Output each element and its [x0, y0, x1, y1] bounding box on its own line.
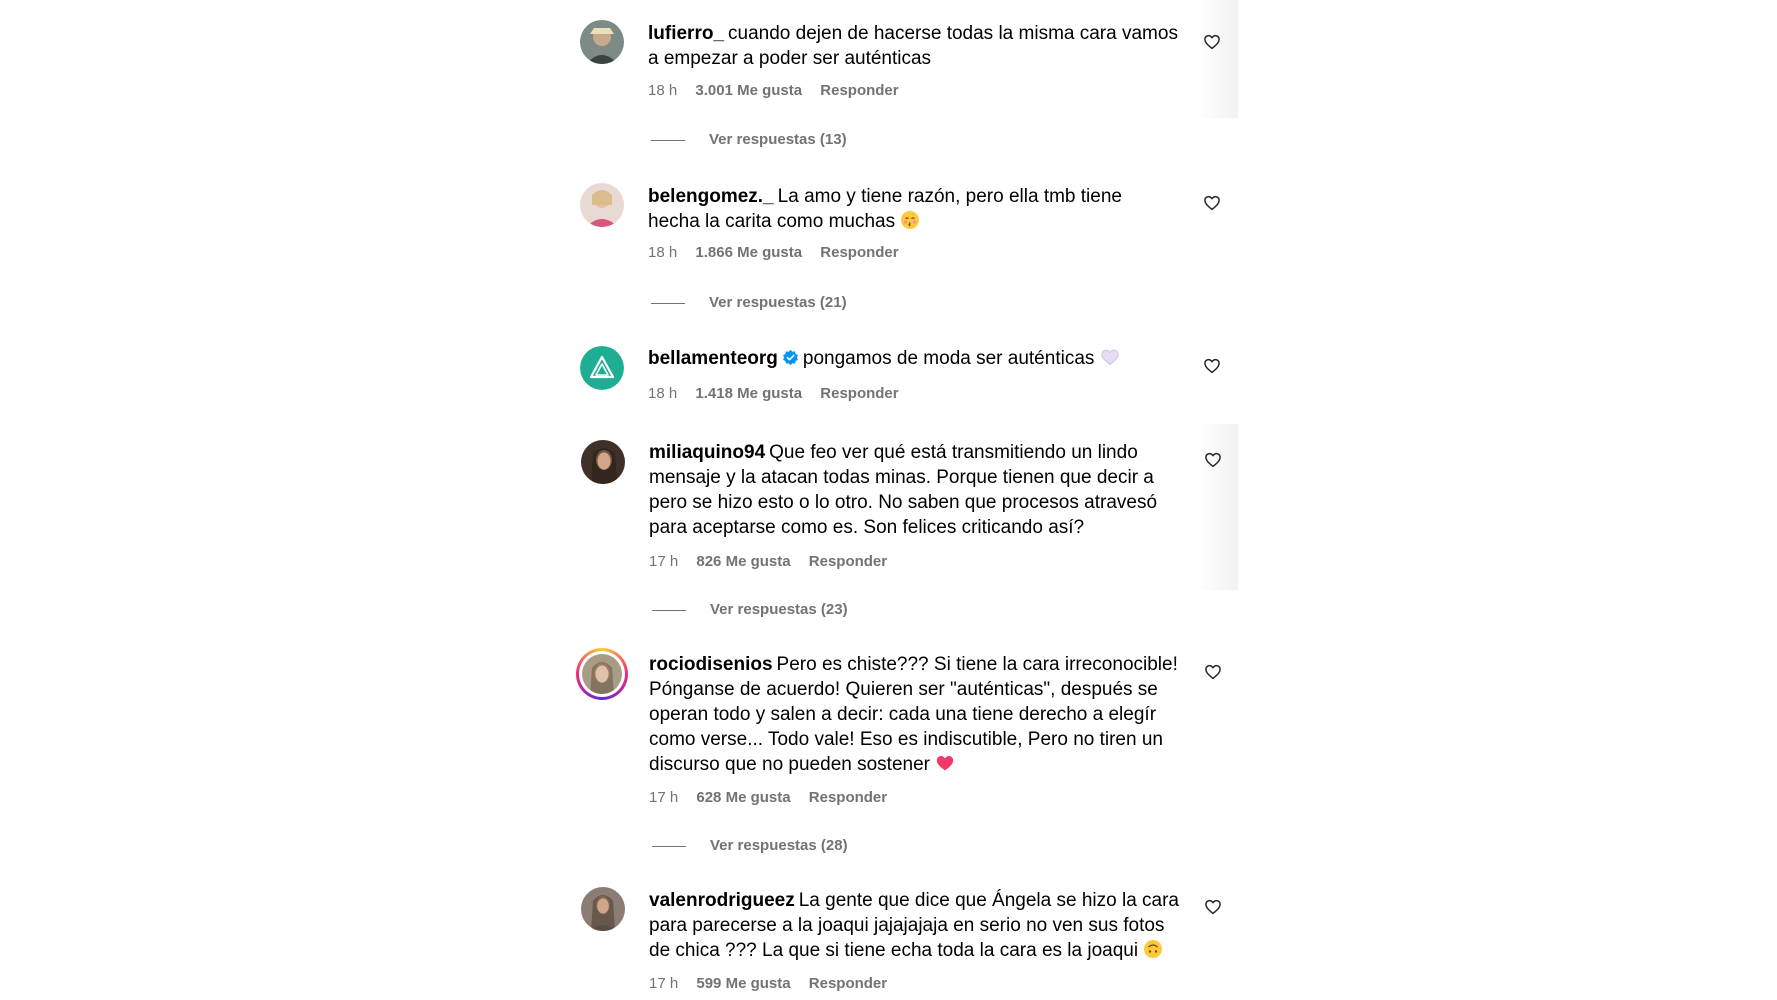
reply-button[interactable]: Responder [820, 82, 898, 99]
comment-username[interactable]: lufierro_ [648, 23, 724, 44]
replies-divider [651, 302, 685, 304]
comment-meta: 18 h 1.418 Me gusta Responder [648, 384, 913, 404]
heart-outline-icon[interactable] [1203, 357, 1221, 375]
view-replies-label: Ver respuestas (21) [709, 294, 847, 311]
comment-likes[interactable]: 599 Me gusta [696, 975, 790, 992]
comment-time: 18 h [648, 385, 678, 402]
comment-time: 17 h [649, 975, 679, 992]
comment-text-block: lufierro_ cuando dejen de hacerse todas l… [648, 21, 1178, 71]
comment-meta: 17 h 628 Me gusta Responder [649, 788, 901, 808]
avatar [579, 651, 625, 697]
scroll-shadow-top [1196, 0, 1238, 118]
reply-button[interactable]: Responder [820, 244, 898, 261]
view-replies-button[interactable]: Ver respuestas (23) [652, 600, 848, 620]
comment-text: pongamos de moda ser auténticas [802, 348, 1095, 369]
view-replies-button[interactable]: Ver respuestas (13) [651, 130, 847, 150]
heart-outline-icon[interactable] [1203, 33, 1221, 51]
reply-button[interactable]: Responder [809, 553, 887, 570]
comment-text-block: belengomez._ La amo y tiene razón, pero e… [648, 184, 1178, 234]
comment-username[interactable]: miliaquino94 [649, 442, 765, 463]
view-replies-button[interactable]: Ver respuestas (28) [652, 836, 848, 856]
verified-badge-icon [782, 348, 799, 366]
comment-text-block: rociodisenios Pero es chiste??? Si tiene … [649, 652, 1179, 777]
comment-likes[interactable]: 826 Me gusta [696, 553, 790, 570]
comment-text-block: valenrodrigueez La gente que dice que Áng… [649, 888, 1179, 963]
avatar-story-ring[interactable] [576, 648, 628, 700]
avatar[interactable] [580, 346, 624, 390]
avatar[interactable] [580, 20, 624, 64]
comment-time: 17 h [649, 789, 679, 806]
view-replies-button[interactable]: Ver respuestas (21) [651, 293, 847, 313]
comment-likes[interactable]: 3.001 Me gusta [695, 82, 802, 99]
replies-divider [651, 139, 685, 141]
comment-time: 17 h [649, 553, 679, 570]
reply-button[interactable]: Responder [820, 385, 898, 402]
comment-meta: 17 h 826 Me gusta Responder [649, 552, 901, 572]
comment-username[interactable]: bellamenteorg [648, 348, 778, 369]
comment-likes[interactable]: 1.866 Me gusta [695, 244, 802, 261]
comment-likes[interactable]: 628 Me gusta [696, 789, 790, 806]
comment-likes[interactable]: 1.418 Me gusta [695, 385, 802, 402]
view-replies-label: Ver respuestas (23) [710, 601, 848, 618]
comment-meta: 18 h 1.866 Me gusta Responder [648, 243, 913, 263]
comment-meta: 18 h 3.001 Me gusta Responder [648, 81, 913, 101]
reply-button[interactable]: Responder [809, 975, 887, 992]
upside-down-face-emoji [1143, 939, 1163, 959]
view-replies-label: Ver respuestas (13) [709, 131, 847, 148]
avatar[interactable] [581, 440, 625, 484]
view-replies-label: Ver respuestas (28) [710, 837, 848, 854]
red-heart-emoji [935, 753, 955, 773]
comment-username[interactable]: rociodisenios [649, 654, 773, 675]
heart-outline-icon[interactable] [1204, 663, 1222, 681]
comment-username[interactable]: belengomez._ [648, 186, 774, 207]
white-heart-emoji [1100, 347, 1120, 367]
heart-outline-icon[interactable] [1204, 451, 1222, 469]
comment-text-block: bellamenteorg pongamos de moda ser autént… [648, 346, 1178, 371]
kissing-face-emoji [900, 210, 920, 230]
avatar[interactable] [581, 887, 625, 931]
comment-text-block: miliaquino94 Que feo ver qué está transmi… [649, 440, 1179, 540]
comment-username[interactable]: valenrodrigueez [649, 890, 795, 911]
comment-time: 18 h [648, 244, 678, 261]
replies-divider [652, 845, 686, 847]
reply-button[interactable]: Responder [809, 789, 887, 806]
avatar[interactable] [580, 183, 624, 227]
heart-outline-icon[interactable] [1204, 898, 1222, 916]
comment-time: 18 h [648, 82, 678, 99]
scroll-shadow-middle [1196, 424, 1238, 590]
heart-outline-icon[interactable] [1203, 194, 1221, 212]
replies-divider [652, 609, 686, 611]
comment-text: cuando dejen de hacerse todas la misma c… [648, 23, 1178, 69]
comment-meta: 17 h 599 Me gusta Responder [649, 974, 901, 994]
